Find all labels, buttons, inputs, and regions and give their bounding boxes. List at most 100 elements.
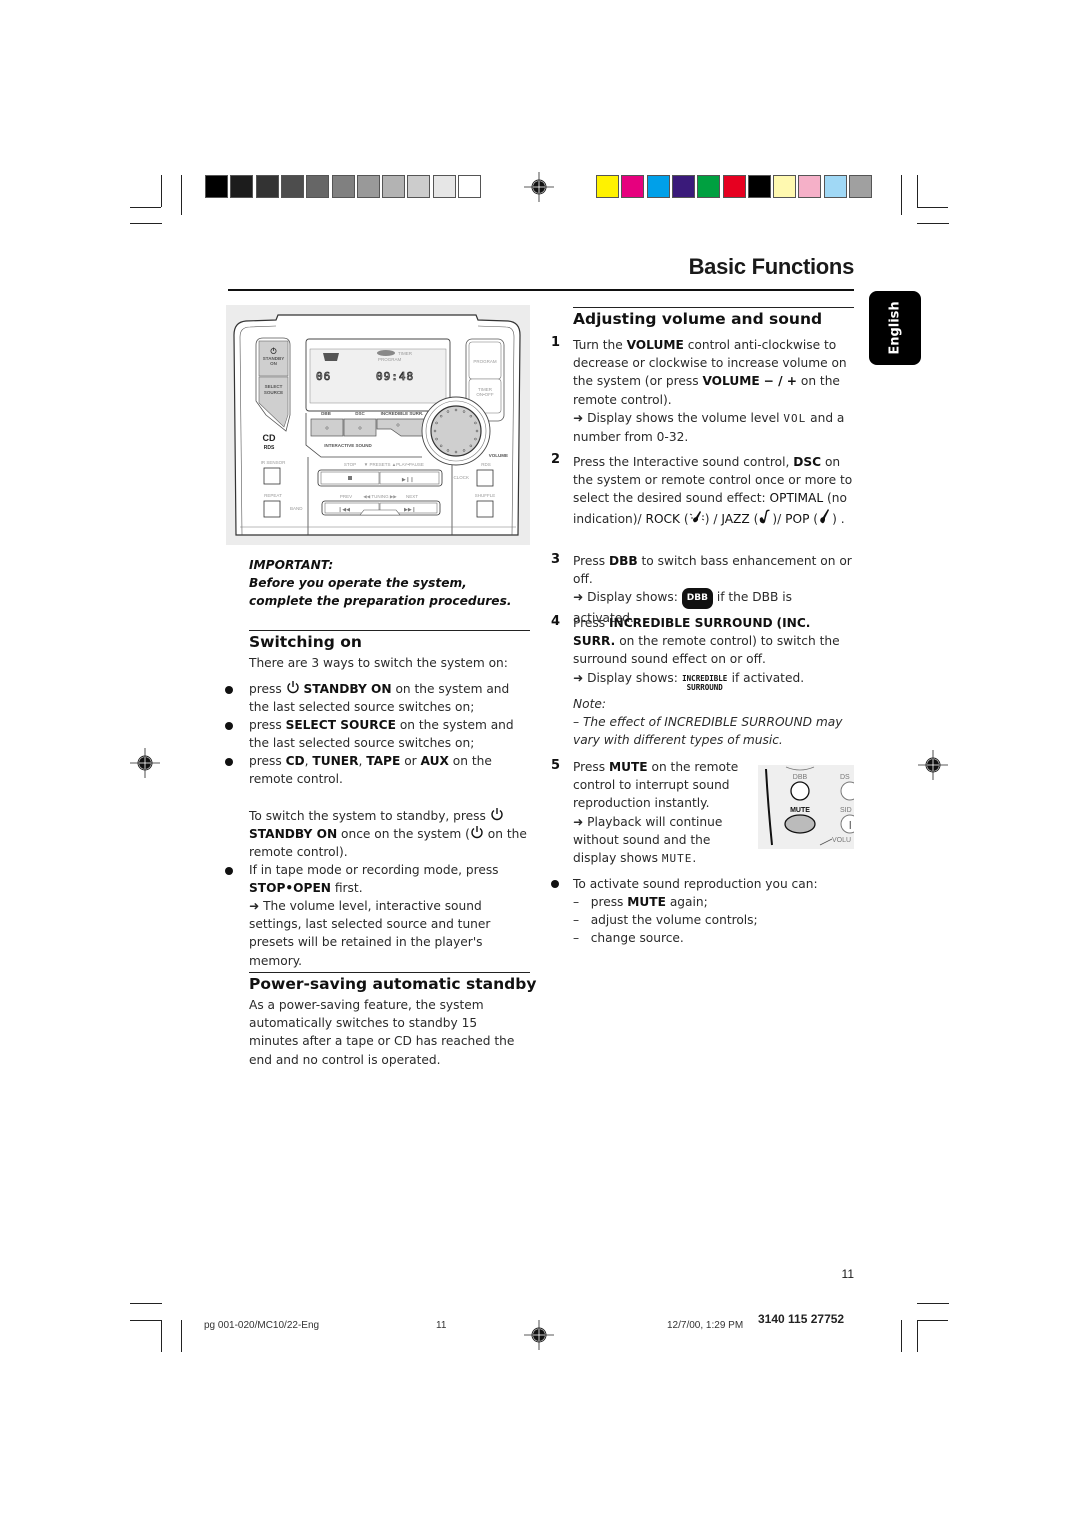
switch-on-option-select-source: press SELECT SOURCE on the system and th… [249,718,514,751]
svg-text:TIMER: TIMER [398,351,413,356]
crop-mark [917,1320,948,1321]
crop-mark [161,1320,162,1352]
volume-knob [430,405,482,457]
standby-instructions: To switch the system to standby, press S… [249,808,527,860]
crop-mark [917,1320,918,1352]
language-tab: English [869,291,921,365]
color-swatch [621,175,645,198]
svg-text:INTERACTIVE SOUND: INTERACTIVE SOUND [324,443,372,448]
color-swatch [205,175,228,198]
rds-logo: RDS [264,445,275,451]
cd-logo: CD [263,433,276,443]
important-heading: IMPORTANT: [249,558,334,572]
cd-indicator-icon [377,350,395,356]
color-swatch [849,175,872,198]
svg-text:VOLU: VOLU [832,837,851,844]
svg-text:SHUFFLE: SHUFFLE [475,493,496,498]
remote-mute-button [784,814,816,834]
rds-clock-button [476,469,494,487]
tape-slot [359,509,401,516]
svg-text:MUTE: MUTE [790,807,810,814]
crop-mark [130,1303,162,1304]
stop-icon [348,476,352,480]
step-number: 2 [551,452,561,467]
svg-text:DBB: DBB [321,411,331,416]
switching-on-intro: There are 3 ways to switch the system on… [249,656,508,670]
color-swatch [773,175,797,198]
svg-text:DS: DS [840,774,850,781]
incredible-surround-logo-icon: INCREDIBLE SURROUND [682,674,728,692]
svg-text:BAND: BAND [290,506,303,511]
bullet-icon [225,722,233,730]
remote-dbb-button [790,781,810,801]
svg-text:VOLUME: VOLUME [489,453,508,458]
prev-icon: ❙◀◀ [338,507,350,513]
registration-mark-icon [524,1320,554,1350]
pop-guitar-icon [820,508,830,523]
memory-note: ➜ The volume level, interactive sound se… [249,899,491,968]
color-swatch [306,175,330,198]
footer-timestamp: 12/7/00, 1:29 PM [667,1320,744,1331]
crop-mark [917,1303,949,1304]
svg-text:INCREDIBLE SURR.: INCREDIBLE SURR. [381,411,424,416]
step-2-text: Press the Interactive sound control, DSC… [573,455,853,526]
dsc-button [343,418,377,437]
jazz-saxophone-icon [760,509,771,523]
switch-on-option-remote: press CD, TUNER, TAPE or AUX on the remo… [249,754,492,787]
arrow-right-icon: ➜ [573,814,584,829]
svg-text:CLOCK: CLOCK [453,475,469,480]
play-pause-icon: ▶❙❙ [402,477,414,483]
color-swatch [255,175,279,198]
power-icon [491,808,503,821]
color-swatch [697,175,721,198]
dbb-indicator-badge: DBB [681,588,713,609]
svg-text:PROGRAM: PROGRAM [473,359,497,364]
switch-on-option-standby: press STANDBY ON on the system and the l… [249,681,510,715]
power-saving-heading: Power-saving automatic standby [249,975,537,993]
rock-guitar-icon [689,510,704,522]
pause-icon: ❙❙ [847,820,854,829]
color-swatch [280,175,304,198]
svg-text:PROGRAM: PROGRAM [378,357,402,362]
section-rule [249,630,530,631]
lcd-track: 06 [316,370,331,383]
activate-intro: To activate sound reproduction you can: [573,877,818,891]
page-number: 11 [841,1267,854,1281]
footer-file-name: pg 001-020/MC10/22-Eng [204,1320,320,1331]
color-swatch [382,175,406,198]
activate-option: – change source. [573,931,684,945]
step-5-text: Press MUTE on the remote control to inte… [573,760,739,866]
bullet-icon [225,758,233,766]
crop-mark [917,223,949,224]
step-1-text: Turn the VOLUME control anti-clockwise t… [573,338,847,445]
svg-text:IR SENSOR: IR SENSOR [261,460,287,465]
remote-control-mute-illustration: DBB DS MUTE SID ❙❙ VOLU [758,765,854,849]
svg-text:REPEAT: REPEAT [264,493,282,498]
language-tab-label: English [887,301,903,355]
color-swatch [671,175,695,198]
crop-mark [161,175,162,207]
bullet-icon [551,880,559,888]
arrow-right-icon: ➜ [573,410,584,425]
svg-text:ON: ON [270,361,277,366]
lcd-time: 09:48 [376,370,414,383]
svg-text:SELECT: SELECT [265,384,283,389]
tape-mode-instruction: If in tape mode or recording mode, press… [249,863,499,896]
bullet-icon [225,867,233,875]
arrow-right-icon: ➜ [249,899,260,913]
svg-text:RDS: RDS [481,462,491,467]
step-number: 5 [551,758,561,773]
section-rule [249,972,530,973]
step-4-result: ➜ Display shows: INCREDIBLE SURROUND if … [573,671,805,692]
svg-text:SOURCE: SOURCE [264,390,283,395]
step-number: 3 [551,552,561,567]
color-swatch [458,175,481,198]
color-swatch [646,175,670,198]
step-number: 1 [551,335,561,350]
bullet-icon [225,686,233,694]
step-4-text: Press INCREDIBLE SURROUND (INC. SURR. on… [573,616,840,667]
section-rule [573,307,854,308]
svg-text:◀◀ TUNING ▶▶: ◀◀ TUNING ▶▶ [363,494,397,499]
page-title: Basic Functions [688,254,855,279]
color-swatch [356,175,380,198]
